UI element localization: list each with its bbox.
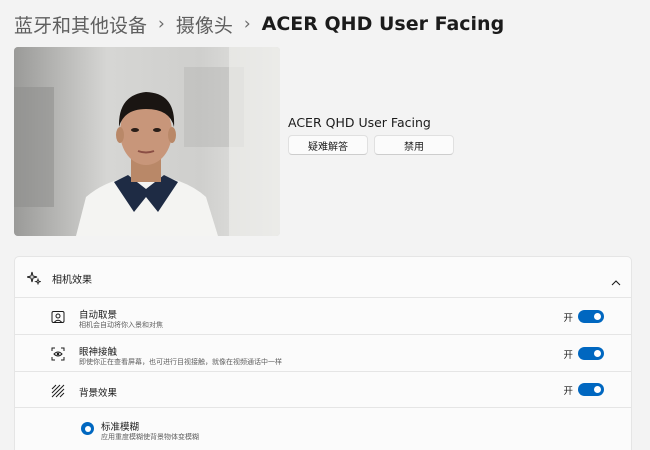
background-effects-icon bbox=[51, 383, 65, 402]
chevron-up-icon[interactable] bbox=[611, 272, 621, 291]
standard-blur-radio[interactable] bbox=[81, 422, 94, 435]
eye-contact-row: 眼神接触 即使你正在查看屏幕，也可进行目视接触，就像在视频通话中一样 开 bbox=[14, 334, 632, 372]
troubleshoot-button[interactable]: 疑难解答 bbox=[288, 135, 368, 155]
camera-effects-header[interactable]: 相机效果 bbox=[14, 256, 632, 298]
eye-contact-icon bbox=[51, 346, 65, 365]
eye-contact-toggle[interactable] bbox=[578, 347, 604, 360]
background-effects-row: 背景效果 开 bbox=[14, 371, 632, 408]
auto-framing-description: 相机会自动将你入景和对焦 bbox=[79, 321, 163, 329]
breadcrumb-separator-icon: › bbox=[243, 14, 251, 34]
breadcrumb-bluetooth-devices[interactable]: 蓝牙和其他设备 bbox=[14, 11, 147, 38]
breadcrumb-cameras[interactable]: 摄像头 bbox=[176, 11, 233, 38]
page-title: ACER QHD User Facing bbox=[261, 13, 505, 35]
eye-contact-title: 眼神接触 bbox=[79, 347, 118, 358]
device-name: ACER QHD User Facing bbox=[288, 115, 431, 130]
standard-blur-option[interactable]: 标准模糊 应用重度模糊使背景物体变模糊 bbox=[14, 407, 632, 450]
eye-contact-description: 即使你正在查看屏幕，也可进行目视接触，就像在视频通话中一样 bbox=[79, 358, 282, 366]
auto-framing-state: 开 bbox=[563, 313, 573, 324]
sparkle-icon bbox=[26, 270, 42, 289]
background-effects-state: 开 bbox=[563, 386, 573, 397]
standard-blur-title: 标准模糊 bbox=[101, 422, 140, 433]
auto-framing-row: 自动取景 相机会自动将你入景和对焦 开 bbox=[14, 297, 632, 335]
breadcrumb-separator-icon: › bbox=[158, 14, 165, 34]
auto-framing-toggle[interactable] bbox=[578, 310, 604, 323]
background-effects-title: 背景效果 bbox=[79, 388, 118, 399]
background-effects-toggle[interactable] bbox=[578, 383, 604, 396]
frame-person-icon bbox=[51, 309, 65, 328]
auto-framing-title: 自动取景 bbox=[79, 310, 118, 321]
standard-blur-description: 应用重度模糊使背景物体变模糊 bbox=[101, 433, 199, 441]
disable-button[interactable]: 禁用 bbox=[374, 135, 454, 155]
camera-preview bbox=[14, 47, 280, 236]
breadcrumb: 蓝牙和其他设备 › 摄像头 › ACER QHD User Facing bbox=[14, 10, 504, 38]
camera-effects-title: 相机效果 bbox=[52, 275, 92, 286]
eye-contact-state: 开 bbox=[563, 350, 573, 361]
